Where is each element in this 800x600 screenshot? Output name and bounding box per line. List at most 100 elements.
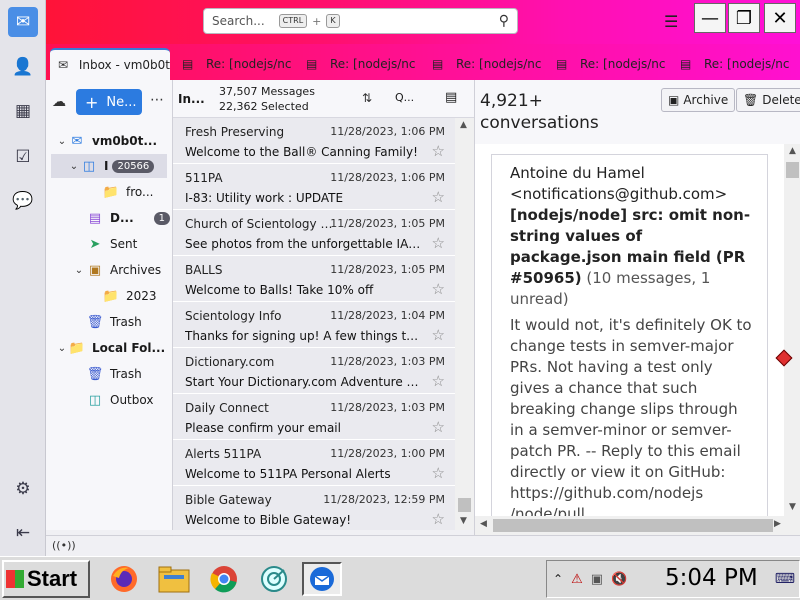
folder-inbox[interactable]: ⌄ ◫ I 20566	[51, 154, 167, 178]
keyboard-icon[interactable]: ⌨	[775, 571, 795, 587]
message-row[interactable]: Daily Connect 11/28/2023, 1:03 PM Please c…	[173, 394, 455, 440]
scrollbar-thumb[interactable]	[786, 162, 799, 178]
app-menu-icon[interactable]: ☰	[664, 12, 678, 31]
message-row[interactable]: Dictionary.com 11/28/2023, 1:03 PM Start Y…	[173, 348, 455, 394]
message-sender: Church of Scientology Inte...	[185, 217, 335, 231]
archive-button[interactable]: ▣ Archive	[661, 88, 736, 112]
tab-message[interactable]: ▤ Re: [nodejs/nc	[298, 48, 418, 80]
star-icon[interactable]: ☆	[432, 188, 445, 206]
star-icon[interactable]: ☆	[432, 234, 445, 252]
scroll-up-arrow-icon[interactable]: ▲	[784, 146, 800, 156]
message-row[interactable]: Scientology Info 11/28/2023, 1:04 PM Thank…	[173, 302, 455, 348]
tab-label: Re: [nodejs/nc	[456, 57, 542, 71]
tasks-icon[interactable]: ☑	[8, 142, 38, 172]
minimize-button[interactable]: —	[694, 3, 726, 33]
folder-sent[interactable]: ➤ Sent	[46, 232, 173, 256]
star-icon[interactable]: ☆	[432, 418, 445, 436]
message-row[interactable]: BALLS 11/28/2023, 1:05 PM Welcome to Balls…	[173, 256, 455, 302]
chevron-down-icon[interactable]: ⌄	[68, 161, 80, 172]
message-row[interactable]: Fresh Preserving 11/28/2023, 1:06 PM Welco…	[173, 118, 455, 164]
show-hidden-icons-icon[interactable]: ⌃	[553, 572, 563, 586]
status-bar: ((•))	[46, 535, 800, 556]
folder-icon: 📁	[68, 340, 86, 356]
address-book-icon[interactable]: 👤	[8, 52, 38, 82]
search-input[interactable]: Search... CTRL + K ⚲	[203, 8, 518, 34]
search-icon[interactable]: ⚲	[499, 13, 509, 29]
folder-local-trash[interactable]: 🗑 Trash	[46, 362, 173, 386]
message-row[interactable]: Alerts 511PA 11/28/2023, 1:00 PM Welcome t…	[173, 440, 455, 486]
message-row[interactable]: Church of Scientology Inte...11/28/2023,…	[173, 210, 455, 256]
star-icon[interactable]: ☆	[432, 280, 445, 298]
tab-inbox[interactable]: ✉ Inbox - vm0b0t	[50, 48, 170, 80]
message-subject: Start Your Dictionary.com Adventure H...	[185, 375, 423, 389]
folder-drafts[interactable]: ▤ D... 1	[46, 206, 173, 230]
message-row[interactable]: Bible Gateway 11/28/2023, 12:59 PM Welcome…	[173, 486, 455, 530]
network-icon[interactable]: ▣	[591, 572, 603, 587]
clock[interactable]: 5:04 PM	[665, 565, 758, 591]
delete-button[interactable]: 🗑 Delete	[736, 88, 800, 112]
thunderbird-icon[interactable]	[302, 562, 342, 596]
get-messages-icon[interactable]: ☁	[52, 94, 66, 110]
new-message-button[interactable]: + Ne...	[76, 89, 142, 115]
folder-outbox[interactable]: ◫ Outbox	[46, 388, 173, 412]
chat-icon[interactable]: 💬	[8, 186, 38, 216]
message-row[interactable]: 511PA 11/28/2023, 1:06 PM I-83: Utility wo…	[173, 164, 455, 210]
folder-account[interactable]: ⌄ ✉ vm0b0t...	[46, 129, 173, 153]
mail-space-icon[interactable]: ✉	[8, 7, 38, 37]
archive-icon: ▣	[668, 93, 680, 107]
sort-options-icon[interactable]: ⇅	[362, 91, 372, 105]
chevron-down-icon[interactable]: ⌄	[73, 265, 85, 276]
thread-pane-scrollbar[interactable]: ▲ ▼	[455, 118, 474, 530]
folder-local-folders[interactable]: ⌄ 📁 Local Fol...	[46, 336, 173, 360]
folder-trash[interactable]: 🗑 Trash	[46, 310, 173, 334]
security-alert-icon[interactable]: ⚠	[571, 572, 583, 587]
new-message-label: Ne...	[106, 94, 137, 110]
star-icon[interactable]: ☆	[432, 464, 445, 482]
scroll-down-arrow-icon[interactable]: ▼	[455, 516, 472, 526]
more-options-icon[interactable]: ⋯	[150, 92, 164, 108]
scrollbar-thumb[interactable]	[493, 519, 773, 532]
collapse-sidebar-icon[interactable]: ⇤	[8, 518, 38, 548]
calendar-icon[interactable]: ▦	[8, 96, 38, 126]
unread-badge: 1	[153, 211, 171, 225]
tab-message[interactable]: ▤ Re: [nodejs/nc	[424, 48, 544, 80]
restore-button[interactable]: ❐	[728, 3, 760, 33]
message-subject: Thanks for signing up! A few things to .…	[185, 329, 423, 343]
folder-label: Local Fol...	[92, 341, 166, 355]
online-status-icon[interactable]: ((•))	[52, 539, 76, 552]
disk-cleanup-icon[interactable]	[254, 562, 294, 596]
folder-archives[interactable]: ⌄ ▣ Archives	[46, 258, 173, 282]
layout-options-icon[interactable]: ▤	[445, 90, 457, 105]
chevron-down-icon[interactable]: ⌄	[56, 136, 68, 147]
folder-2023[interactable]: 📁 2023	[46, 284, 173, 308]
folder-from[interactable]: 📁 fro...	[46, 180, 173, 204]
tab-message[interactable]: ▤ Re: [nodejs/nc	[174, 48, 294, 80]
scroll-right-arrow-icon[interactable]: ▶	[769, 519, 786, 529]
delete-label: Delete	[762, 93, 800, 107]
close-button[interactable]: ✕	[764, 3, 796, 33]
message-pane-horizontal-scrollbar[interactable]: ◀ ▶	[475, 516, 800, 535]
tab-message[interactable]: ▤ Re: [nodejs/nc	[548, 48, 668, 80]
tab-message[interactable]: ▤ Re: [nodejs/nc	[672, 48, 798, 80]
star-icon[interactable]: ☆	[432, 510, 445, 528]
star-icon[interactable]: ☆	[432, 142, 445, 160]
file-explorer-icon[interactable]	[154, 562, 194, 596]
volume-muted-icon[interactable]: 🔇	[611, 572, 627, 587]
star-icon[interactable]: ☆	[432, 372, 445, 390]
settings-gear-icon[interactable]: ⚙	[8, 474, 38, 504]
chrome-icon[interactable]	[204, 562, 244, 596]
quick-filter-button[interactable]: Q...	[395, 91, 414, 104]
scroll-left-arrow-icon[interactable]: ◀	[475, 519, 492, 529]
message-pane-scrollbar[interactable]: ▲ ▼	[784, 144, 800, 516]
firefox-icon[interactable]	[104, 562, 144, 596]
folder-pane: ☁ + Ne... ⋯ ⌄ ✉ vm0b0t... ⌄ ◫ I 20566 📁 …	[46, 80, 173, 530]
start-button[interactable]: Start	[2, 560, 90, 598]
scrollbar-thumb[interactable]	[458, 498, 471, 512]
message-subject: I-83: Utility work : UPDATE	[185, 191, 344, 205]
scroll-up-arrow-icon[interactable]: ▲	[455, 120, 472, 130]
star-icon[interactable]: ☆	[432, 326, 445, 344]
chevron-down-icon[interactable]: ⌄	[56, 343, 68, 354]
conversation-card[interactable]: Antoine du Hamel <notifications@github.c…	[491, 154, 768, 526]
scroll-down-arrow-icon[interactable]: ▼	[784, 502, 800, 512]
inbox-icon: ◫	[82, 158, 96, 174]
